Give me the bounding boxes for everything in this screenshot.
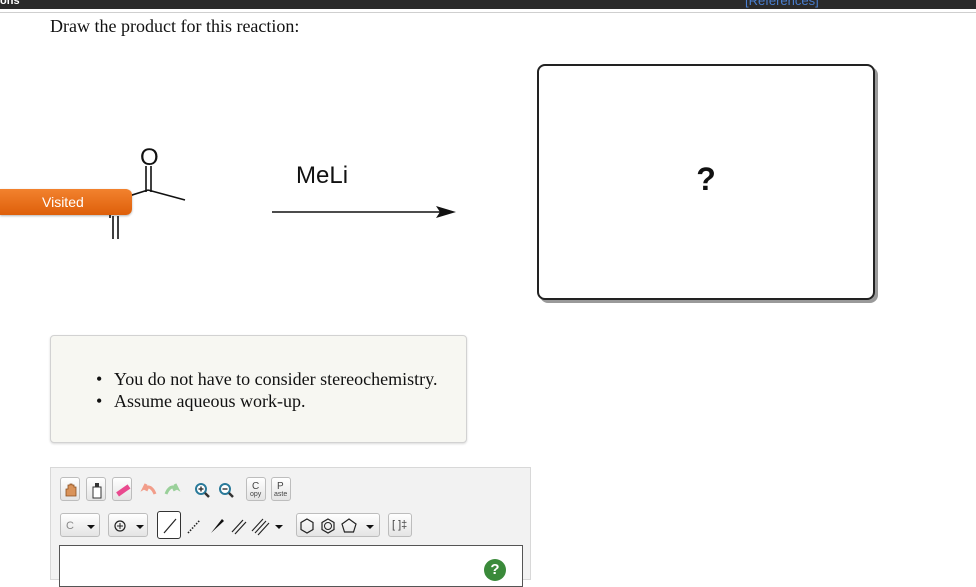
- hint-list: You do not have to consider stereochemis…: [96, 368, 437, 412]
- hint-box: You do not have to consider stereochemis…: [50, 335, 467, 443]
- eraser-button[interactable]: [112, 477, 132, 501]
- answer-drop-box[interactable]: ?: [537, 64, 875, 300]
- triple-bond-dropdown[interactable]: [249, 513, 289, 537]
- visited-badge: Visited: [0, 189, 132, 215]
- copy-label-bottom: opy: [250, 491, 262, 498]
- answer-placeholder: ?: [696, 161, 716, 197]
- triple-bond-icon: [251, 518, 283, 536]
- hand-icon: [65, 483, 77, 497]
- single-bond-button[interactable]: [157, 511, 181, 539]
- redo-button[interactable]: [161, 477, 181, 501]
- double-bond-button[interactable]: [228, 513, 248, 537]
- charge-dropdown[interactable]: [108, 513, 148, 537]
- oxygen-label: O: [140, 144, 159, 171]
- atom-dropdown[interactable]: C: [60, 513, 100, 537]
- copy-button[interactable]: C opy: [246, 477, 266, 501]
- paste-label-bottom: aste: [274, 491, 288, 498]
- hand-tool-button[interactable]: [60, 477, 80, 501]
- hint-item: Assume aqueous work-up.: [96, 390, 437, 412]
- zoom-in-button[interactable]: [191, 477, 211, 501]
- single-bond-icon: [163, 518, 177, 534]
- structure-editor: C opy P aste C [ ]‡ ?: [50, 467, 531, 587]
- references-link[interactable]: [References]: [745, 0, 819, 8]
- wedge-bond-button[interactable]: [206, 513, 226, 537]
- top-bar-text: ons: [0, 0, 20, 7]
- copy-label-top: C: [252, 481, 260, 492]
- hint-item: You do not have to consider stereochemis…: [96, 368, 437, 390]
- redo-icon: [164, 483, 181, 495]
- question-prompt: Draw the product for this reaction:: [50, 16, 300, 36]
- drawing-canvas[interactable]: ?: [59, 545, 523, 587]
- reaction-arrow: [272, 206, 456, 218]
- reagent-label: MeLi: [296, 162, 349, 189]
- charge-icon: [114, 520, 144, 532]
- brackets-button[interactable]: [ ]‡: [388, 513, 412, 537]
- erase-bottle-icon: [92, 483, 102, 499]
- pentagon-ring-icon[interactable]: [297, 514, 381, 538]
- dashed-bond-icon: [187, 519, 201, 534]
- divider: [0, 12, 976, 13]
- eraser-icon: [116, 484, 131, 497]
- undo-button[interactable]: [138, 477, 158, 501]
- wedge-bond-icon: [211, 519, 224, 533]
- paste-label-top: P: [277, 481, 284, 492]
- top-bar: ons: [0, 0, 976, 9]
- double-bond-icon: [231, 519, 247, 535]
- erase-all-button[interactable]: [86, 477, 106, 501]
- dashed-bond-button[interactable]: [183, 513, 203, 537]
- brackets-icon: [ ]‡: [392, 519, 408, 531]
- undo-icon: [140, 483, 157, 495]
- ring-tools: [296, 513, 380, 537]
- paste-button[interactable]: P aste: [271, 477, 291, 501]
- chevron-down-icon: [87, 525, 95, 529]
- zoom-in-icon: [195, 483, 210, 498]
- zoom-out-icon: [219, 483, 234, 498]
- zoom-out-button[interactable]: [215, 477, 235, 501]
